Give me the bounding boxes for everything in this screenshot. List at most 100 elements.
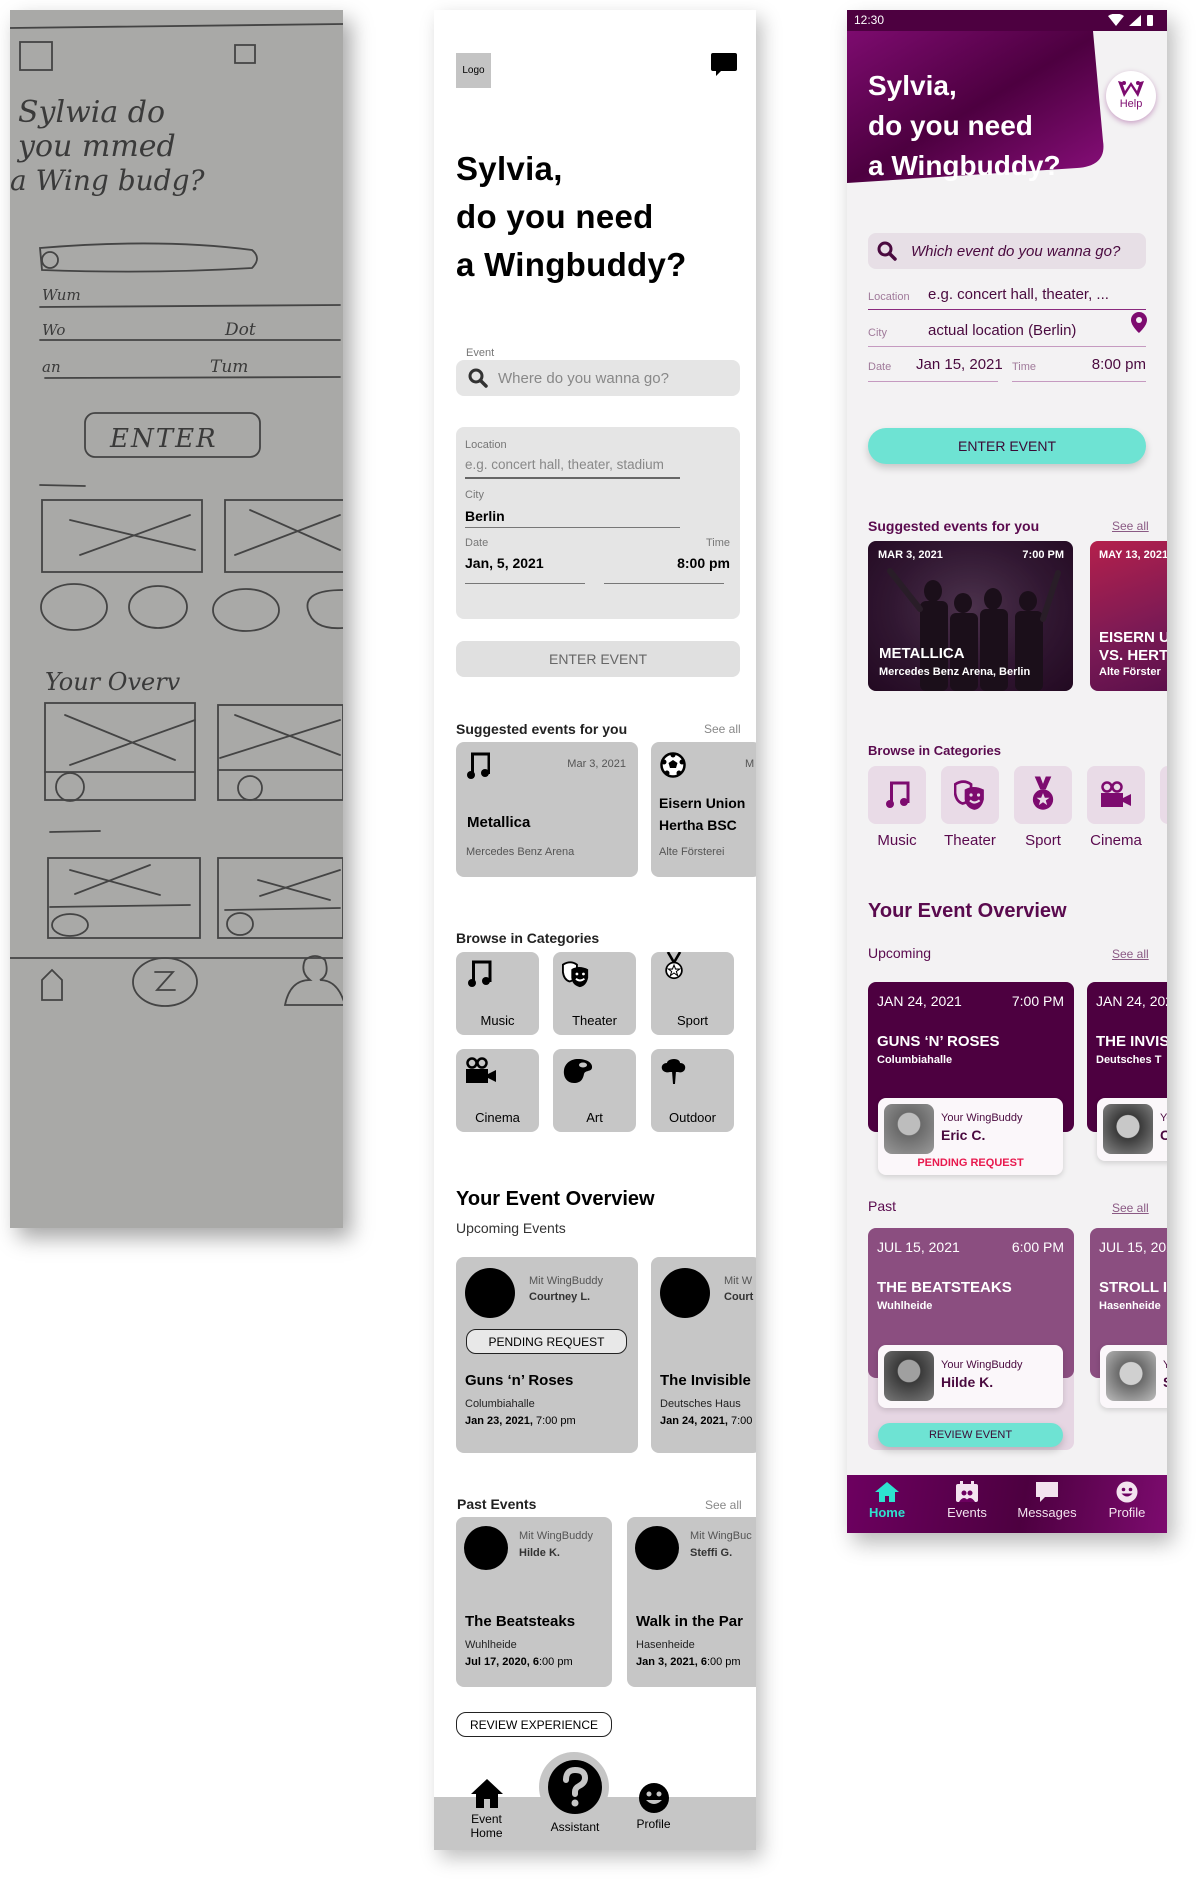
review-experience-button[interactable]: REVIEW EXPERIENCE — [456, 1712, 612, 1737]
upcoming-event-card[interactable]: Mit W Court The Invisible Deutsches Haus… — [651, 1257, 756, 1453]
nav-profile[interactable]: Profile — [1087, 1475, 1167, 1520]
buddy-avatar — [635, 1526, 679, 1570]
location-pin-icon[interactable] — [1131, 312, 1147, 333]
category-cinema[interactable] — [1087, 766, 1145, 824]
nav-events[interactable]: Events — [927, 1475, 1007, 1520]
event-date: JAN 24, 2021 — [877, 993, 962, 1009]
buddy-photo — [884, 1351, 934, 1401]
category-more[interactable] — [1160, 766, 1167, 824]
date-input[interactable]: Jan 15, 2021 — [916, 356, 1003, 373]
sketch-profile-icon — [283, 955, 343, 1006]
category-theater[interactable] — [941, 766, 999, 824]
suggested-event-card[interactable]: MAY 13, 2021 EISERN U VS. HERT Alte Förs… — [1090, 541, 1167, 691]
nav-profile[interactable]: Profile — [621, 1782, 686, 1831]
enter-event-button[interactable]: ENTER EVENT — [456, 641, 740, 677]
event-venue: Deutsches T — [1096, 1054, 1162, 1066]
buddy-card[interactable]: Yo C — [1097, 1098, 1167, 1161]
event-venue: Alte Försterei — [659, 846, 725, 858]
buddy-photo — [1103, 1104, 1153, 1154]
nav-messages[interactable]: Messages — [1007, 1475, 1087, 1520]
smiley-icon — [1116, 1481, 1138, 1503]
category-theater-label: Theater — [944, 832, 996, 849]
event-title: Guns ‘n’ Roses — [465, 1372, 574, 1389]
event-venue: Mercedes Benz Arena, Berlin — [879, 666, 1031, 678]
chat-icon[interactable] — [711, 53, 737, 77]
event-venue: Hasenheide — [636, 1639, 695, 1651]
past-see-all-link[interactable]: See all — [705, 1498, 742, 1512]
category-cinema[interactable]: Cinema — [456, 1049, 539, 1132]
category-outdoor[interactable]: Outdoor — [651, 1049, 734, 1132]
suggested-event-card[interactable]: M Eisern Union Hertha BSC Alte Försterei — [651, 742, 756, 877]
nav-home[interactable]: Home — [847, 1475, 927, 1520]
category-music[interactable]: Music — [456, 952, 539, 1035]
category-sport-label: Sport — [1025, 832, 1061, 849]
event-details-form: Location e.g. concert hall, theater, sta… — [456, 427, 740, 619]
suggested-see-all-link[interactable]: See all — [704, 722, 741, 736]
category-art[interactable]: Art — [553, 1049, 636, 1132]
video-camera-icon — [1101, 781, 1131, 807]
sketch-label-where: Wo — [42, 321, 65, 339]
help-button[interactable]: Help — [1106, 71, 1156, 121]
category-theater[interactable]: Theater — [553, 952, 636, 1035]
event-search-input[interactable]: Where do you wanna go? — [456, 360, 740, 396]
sketch-logo-icon — [19, 41, 53, 71]
theater-masks-icon — [562, 961, 589, 988]
location-input[interactable]: e.g. concert hall, theater, ... — [928, 286, 1109, 303]
buddy-card[interactable]: Your WingBuddy Eric C. PENDING REQUEST — [878, 1098, 1063, 1175]
date-input[interactable]: Jan, 5, 2021 — [465, 555, 544, 571]
suggested-title: Suggested events for you — [456, 721, 628, 737]
suggested-see-all-link[interactable]: See all — [1112, 519, 1149, 533]
buddy-name: Courtney L. — [529, 1291, 591, 1303]
sketch-home-icon — [41, 968, 63, 1001]
upcoming-title: Upcoming Events — [456, 1220, 566, 1236]
event-title: The Beatsteaks — [465, 1613, 576, 1630]
event-venue: Alte Förster — [1099, 666, 1161, 678]
event-search-input[interactable]: Which event do you wanna go? — [868, 233, 1146, 269]
sketch-title: Sylwia do you mmed a Wing budg? — [10, 95, 205, 197]
event-label: Event — [466, 347, 495, 359]
battery-icon — [1147, 15, 1153, 26]
event-time: 6:00 PM — [1011, 1239, 1064, 1255]
signal-icon — [1129, 15, 1141, 26]
logo-placeholder: Logo — [456, 53, 491, 88]
category-sport[interactable]: Sport — [651, 952, 734, 1035]
review-event-button[interactable]: REVIEW EVENT — [878, 1423, 1063, 1447]
location-input[interactable]: e.g. concert hall, theater, stadium — [465, 457, 680, 477]
medal-icon — [665, 952, 683, 980]
category-music[interactable] — [868, 766, 926, 824]
palette-icon — [563, 1059, 593, 1083]
sketch-search-field — [39, 242, 258, 273]
search-placeholder: Which event do you wanna go? — [911, 242, 1121, 260]
status-bar: 12:30 — [847, 10, 1167, 31]
past-event-card[interactable]: Mit WingBuddy Hilde K. The Beatsteaks Wu… — [456, 1517, 612, 1687]
page-title: Sylvia, do you need a Wingbuddy? — [456, 150, 687, 283]
nav-event-home[interactable]: Event Home — [454, 1777, 519, 1840]
nav-assistant[interactable]: Assistant — [544, 1757, 606, 1834]
message-icon — [1036, 1482, 1058, 1502]
category-sport[interactable] — [1014, 766, 1072, 824]
buddy-card[interactable]: Your WingBuddy Hilde K. — [878, 1345, 1063, 1408]
event-title: Metallica — [467, 814, 531, 831]
category-cinema-label: Cinema — [1090, 832, 1142, 849]
music-note-icon — [467, 752, 490, 779]
suggested-event-card[interactable]: Mar 3, 2021 Metallica Mercedes Benz Aren… — [456, 742, 638, 877]
time-input[interactable]: 8:00 pm — [677, 555, 730, 571]
event-title: EISERN U VS. HERT — [1099, 629, 1167, 664]
buddy-card[interactable]: Y S — [1100, 1345, 1167, 1408]
event-title: STROLL I — [1099, 1279, 1167, 1296]
suggested-event-card[interactable]: MAR 3, 2021 7:00 PM METALLICA Mercedes B… — [868, 541, 1073, 691]
upcoming-event-card[interactable]: Mit WingBuddy Courtney L. PENDING REQUES… — [456, 1257, 638, 1453]
city-input[interactable]: actual location (Berlin) — [928, 322, 1076, 339]
past-event-card[interactable]: Mit WingBuc Steffi G. Walk in the Par Ha… — [627, 1517, 756, 1687]
past-see-all-link[interactable]: See all — [1112, 1201, 1149, 1215]
medal-icon — [1032, 776, 1054, 810]
city-input[interactable]: Berlin — [465, 508, 680, 524]
event-title: METALLICA — [879, 645, 965, 662]
enter-event-button[interactable]: ENTER EVENT — [868, 428, 1146, 464]
time-input[interactable]: 8:00 pm — [1092, 356, 1146, 373]
upcoming-see-all-link[interactable]: See all — [1112, 947, 1149, 961]
buddy-name: Hilde K. — [941, 1374, 994, 1390]
buddy-avatar — [465, 1268, 515, 1318]
event-time: 7:00 PM — [1022, 549, 1064, 561]
pending-request-badge: PENDING REQUEST — [466, 1329, 627, 1354]
